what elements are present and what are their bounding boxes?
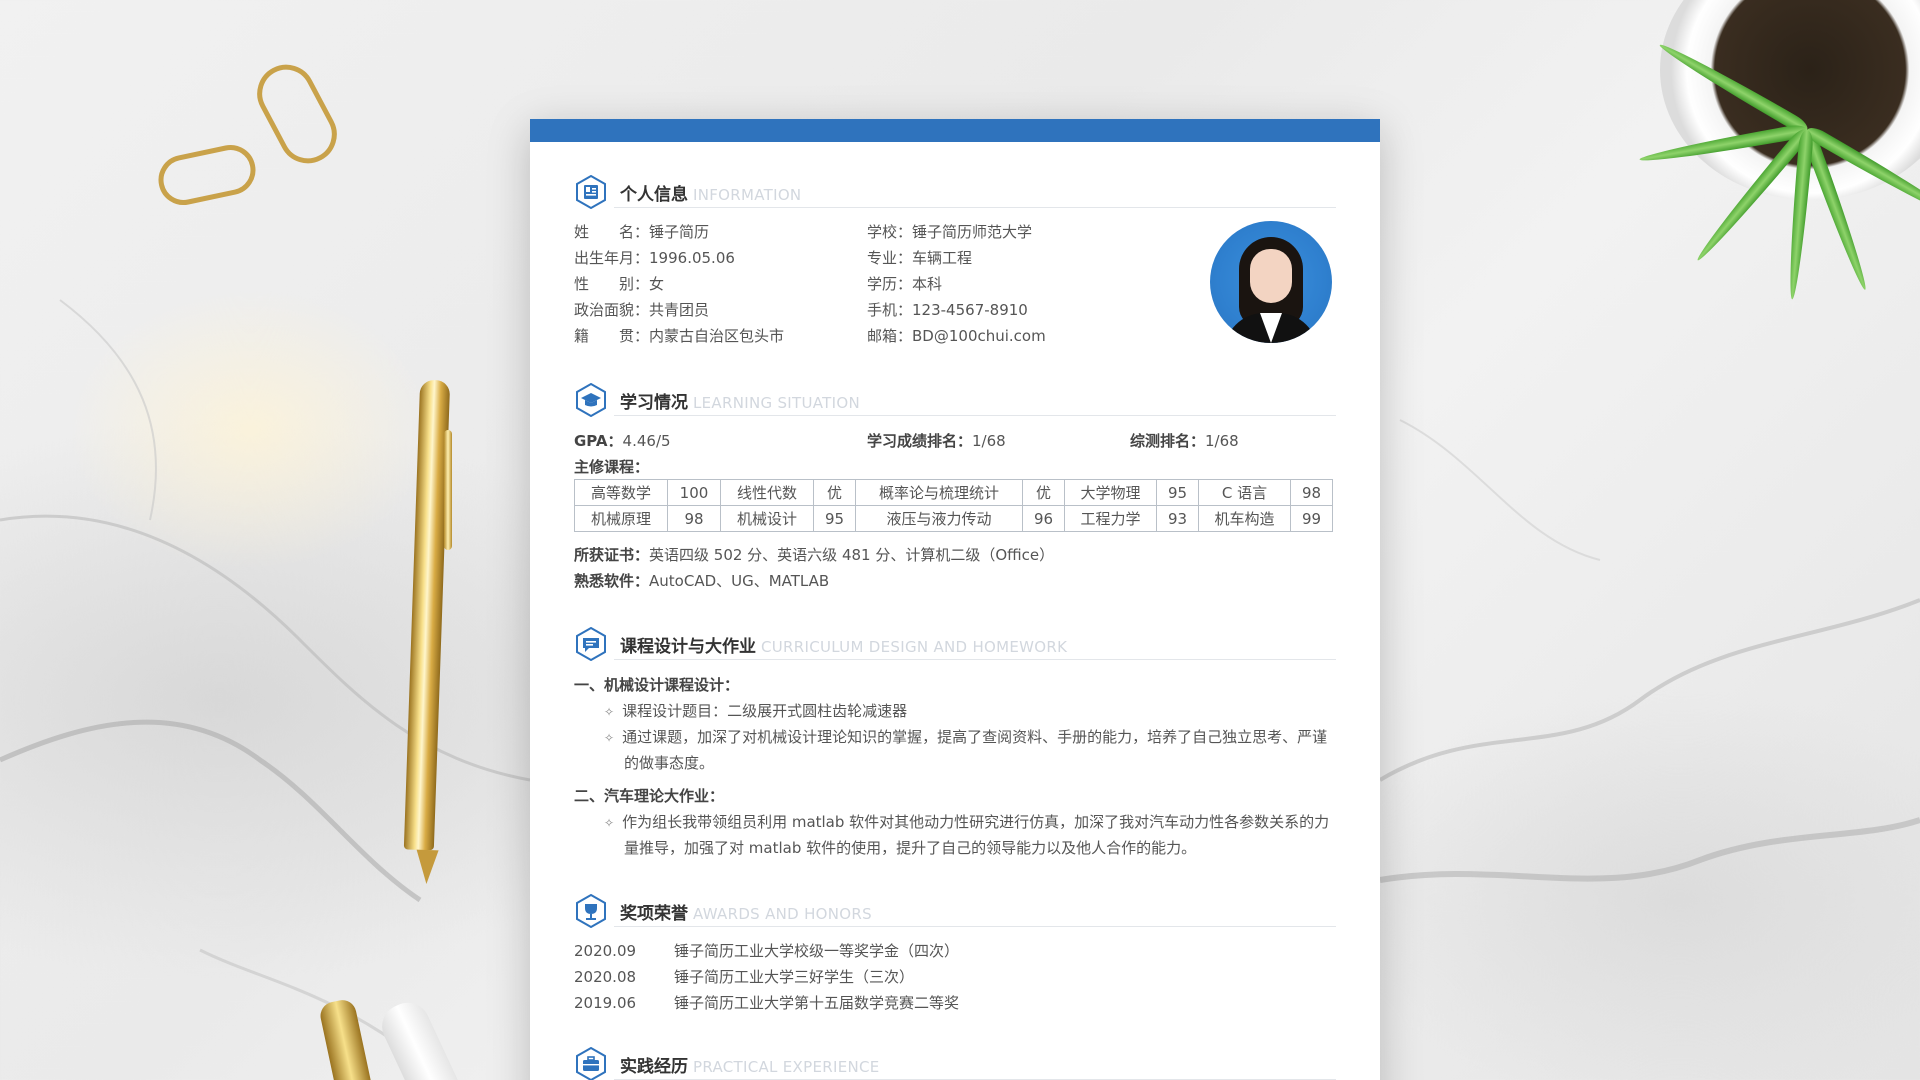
info-school: 学校：锤子简历师范大学 xyxy=(867,223,1033,241)
section-subtitle: LEARNING SITUATION xyxy=(693,394,860,412)
list-item-continuation: 量推导，加强了对 matlab 软件的使用，提升了自己的领导能力以及他人合作的能… xyxy=(624,839,1197,857)
info-hometown: 籍 贯：内蒙古自治区包头市 xyxy=(574,327,785,345)
diamond-bullet-icon: ✧ xyxy=(604,705,615,719)
section-title: 课程设计与大作业 CURRICULUM DESIGN AND HOMEWORK xyxy=(620,637,1068,657)
pen-tip xyxy=(415,849,439,885)
course-score: 95 xyxy=(1156,479,1199,506)
course-name: 工程力学 xyxy=(1064,505,1157,532)
section-subtitle: CURRICULUM DESIGN AND HOMEWORK xyxy=(761,638,1068,656)
course-score: 98 xyxy=(1290,479,1333,506)
section-divider xyxy=(614,207,1336,208)
course-name: 概率论与梳理统计 xyxy=(855,479,1023,506)
course-score: 优 xyxy=(1022,479,1065,506)
courses-table: 高等数学 100 线性代数 优 概率论与梳理统计 优 大学物理 95 C 语言 … xyxy=(574,479,1333,532)
course-score: 95 xyxy=(813,505,856,532)
info-phone: 手机：123-4567-8910 xyxy=(867,301,1028,319)
course-name: 机械设计 xyxy=(720,505,814,532)
avatar-photo xyxy=(1210,221,1332,343)
section-title: 学习情况 LEARNING SITUATION xyxy=(620,393,860,413)
course-item-title: 二、汽车理论大作业： xyxy=(574,787,725,805)
info-gender: 性 别：女 xyxy=(574,275,665,293)
resume-top-bar xyxy=(530,119,1380,142)
course-score: 93 xyxy=(1156,505,1199,532)
section-divider xyxy=(614,926,1336,927)
overall-rank: 综测排名：1/68 xyxy=(1130,432,1239,450)
resume-page: 个人信息 INFORMATION 姓 名：锤子简历 出生年月：1996.05.06… xyxy=(530,119,1380,1080)
list-item: ✧ 作为组长我带领组员利用 matlab 软件对其他动力性研究进行仿真，加深了我对… xyxy=(604,813,1330,831)
study-rank: 学习成绩排名：1/68 xyxy=(867,432,1006,450)
section-subtitle: AWARDS AND HONORS xyxy=(693,905,872,923)
course-score: 98 xyxy=(667,505,721,532)
section-title: 奖项荣誉 AWARDS AND HONORS xyxy=(620,904,872,924)
course-score: 99 xyxy=(1290,505,1333,532)
info-name: 姓 名：锤子简历 xyxy=(574,223,710,241)
list-item-continuation: 的做事态度。 xyxy=(624,754,715,772)
profile-card-icon xyxy=(574,174,608,210)
course-name: C 语言 xyxy=(1198,479,1291,506)
diamond-bullet-icon: ✧ xyxy=(604,731,615,745)
software: 熟悉软件：AutoCAD、UG、MATLAB xyxy=(574,572,830,590)
course-score: 优 xyxy=(813,479,856,506)
award-date: 2020.09 xyxy=(574,942,637,960)
certificates: 所获证书：英语四级 502 分、英语六级 481 分、计算机二级（Office） xyxy=(574,546,1055,564)
award-text: 锤子简历工业大学三好学生（三次） xyxy=(674,968,915,986)
list-item: ✧ 通过课题，加深了对机械设计理论知识的掌握，提高了查阅资料、手册的能力，培养了自… xyxy=(604,728,1328,746)
award-text: 锤子简历工业大学校级一等奖学金（四次） xyxy=(674,942,960,960)
info-birth: 出生年月：1996.05.06 xyxy=(574,249,735,267)
section-subtitle: PRACTICAL EXPERIENCE xyxy=(693,1058,880,1076)
table-row: 机械原理 98 机械设计 95 液压与液力传动 96 工程力学 93 机车构造 … xyxy=(574,505,1333,532)
section-practice-header: 实践经历 PRACTICAL EXPERIENCE xyxy=(574,1046,1336,1080)
course-name: 液压与液力传动 xyxy=(855,505,1023,532)
course-name: 大学物理 xyxy=(1064,479,1157,506)
section-title: 实践经历 PRACTICAL EXPERIENCE xyxy=(620,1057,880,1077)
courses-label: 主修课程： xyxy=(574,458,650,476)
course-score: 100 xyxy=(667,479,721,506)
section-title: 个人信息 INFORMATION xyxy=(620,185,802,205)
briefcase-icon xyxy=(574,1046,608,1080)
table-row: 高等数学 100 线性代数 优 概率论与梳理统计 优 大学物理 95 C 语言 … xyxy=(574,479,1333,506)
gpa: GPA：4.46/5 xyxy=(574,432,671,450)
info-degree: 学历：本科 xyxy=(867,275,943,293)
course-item-title: 一、机械设计课程设计： xyxy=(574,676,740,694)
section-info-header: 个人信息 INFORMATION xyxy=(574,174,1336,215)
info-political: 政治面貌：共青团员 xyxy=(574,301,710,319)
list-item: ✧ 课程设计题目：二级展开式圆柱齿轮减速器 xyxy=(604,702,908,720)
section-awards-header: 奖项荣誉 AWARDS AND HONORS xyxy=(574,893,1336,934)
info-major: 专业：车辆工程 xyxy=(867,249,973,267)
section-subtitle: INFORMATION xyxy=(693,186,802,204)
award-text: 锤子简历工业大学第十五届数学竞赛二等奖 xyxy=(674,994,960,1012)
course-name: 高等数学 xyxy=(574,479,668,506)
course-name: 机械原理 xyxy=(574,505,668,532)
course-name: 线性代数 xyxy=(720,479,814,506)
graduation-cap-icon xyxy=(574,382,608,418)
pen-clip xyxy=(444,430,452,550)
section-study-header: 学习情况 LEARNING SITUATION xyxy=(574,382,1336,423)
course-score: 96 xyxy=(1022,505,1065,532)
section-divider xyxy=(614,659,1336,660)
chat-icon xyxy=(574,626,608,662)
trophy-icon xyxy=(574,893,608,929)
award-date: 2020.08 xyxy=(574,968,637,986)
diamond-bullet-icon: ✧ xyxy=(604,816,615,830)
section-divider xyxy=(614,415,1336,416)
course-name: 机车构造 xyxy=(1198,505,1291,532)
info-email: 邮箱：BD@100chui.com xyxy=(867,327,1046,345)
section-course-design-header: 课程设计与大作业 CURRICULUM DESIGN AND HOMEWORK xyxy=(574,626,1336,667)
award-date: 2019.06 xyxy=(574,994,637,1012)
